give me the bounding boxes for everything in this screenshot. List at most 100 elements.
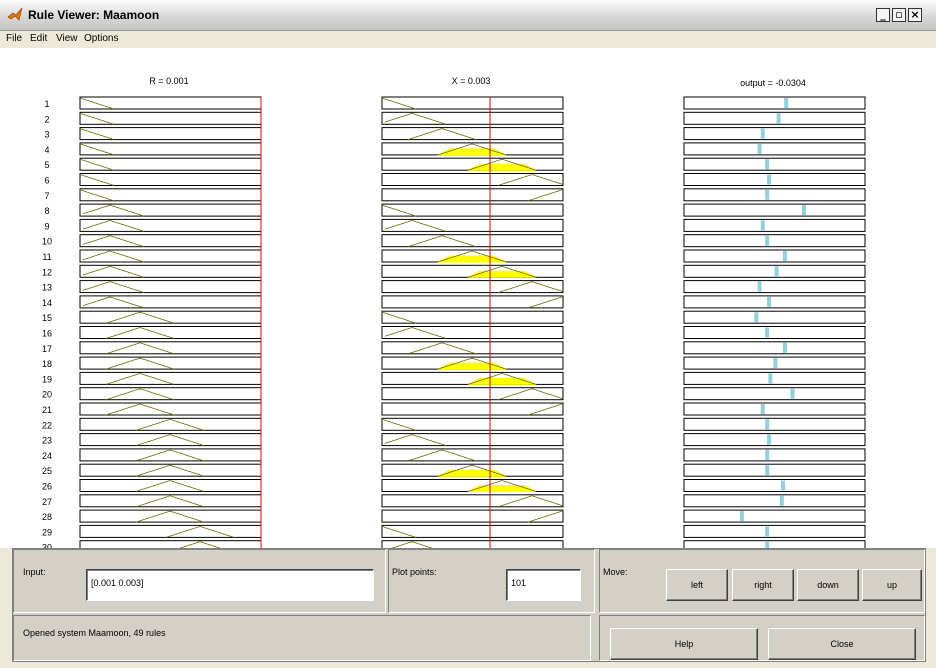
rule-r-axes[interactable] [79, 494, 262, 508]
rule-output-axes[interactable] [683, 218, 866, 232]
rule-output-axes[interactable] [683, 142, 866, 156]
rule-output-axes[interactable] [683, 326, 866, 339]
rule-r-axes[interactable] [79, 387, 262, 401]
rule-output-axes[interactable] [683, 479, 866, 492]
input-x-label: X = 0.003 [452, 76, 491, 86]
rule-output-axes[interactable] [683, 264, 866, 278]
close-button[interactable]: Close [768, 628, 916, 660]
rule-output-axes[interactable] [683, 310, 866, 324]
rule-r-axes[interactable] [79, 479, 262, 492]
menu-bar: File Edit View Options [0, 31, 936, 48]
rule-r-axes[interactable] [79, 356, 262, 370]
rule-r-axes[interactable] [79, 540, 262, 548]
input-group: Input: [0.001 0.003] [13, 549, 386, 613]
rule-output-bar [782, 251, 787, 261]
rule-output-axes[interactable] [683, 280, 866, 294]
input-r-label: R = 0.001 [149, 76, 188, 86]
help-button[interactable]: Help [610, 628, 758, 660]
rule-output-bar [760, 404, 765, 414]
rule-number: 8 [44, 206, 49, 216]
rule-output-axes[interactable] [683, 402, 866, 416]
rule-r-axes[interactable] [79, 402, 262, 416]
rule-output-bar [801, 205, 806, 216]
rule-x-axes[interactable] [381, 234, 564, 248]
title-bar: Rule Viewer: Maamoon _ ▫ × [0, 0, 936, 31]
rule-output-axes[interactable] [683, 387, 866, 401]
rule-output-axes[interactable] [683, 96, 866, 110]
rule-r-axes[interactable] [79, 433, 262, 447]
rule-x-axes[interactable] [381, 494, 564, 508]
minimize-icon[interactable]: _ [876, 8, 890, 22]
rule-output-bar [768, 373, 773, 384]
rule-output-bar [760, 128, 765, 139]
rule-output-axes[interactable] [683, 463, 866, 477]
input-field[interactable]: [0.001 0.003] [86, 569, 374, 601]
rule-output-axes[interactable] [683, 371, 866, 385]
move-left-button[interactable]: left [666, 569, 728, 601]
move-down-button[interactable]: down [797, 569, 859, 601]
rule-output-axes[interactable] [683, 111, 866, 125]
rule-number: 12 [42, 267, 52, 277]
rule-x-axes[interactable] [381, 188, 564, 202]
rule-number: 14 [42, 298, 52, 308]
rule-output-bar [757, 281, 762, 292]
menu-view[interactable]: View [56, 33, 78, 44]
rule-output-bar [767, 434, 772, 445]
rule-x-axes[interactable] [381, 402, 564, 416]
rule-r-axes[interactable] [79, 326, 262, 339]
rule-output-axes[interactable] [683, 127, 866, 141]
rule-output-axes[interactable] [683, 448, 866, 462]
rule-r-axes[interactable] [79, 463, 262, 477]
rule-output-axes[interactable] [683, 341, 866, 355]
rule-output-axes[interactable] [683, 509, 866, 523]
rule-r-axes[interactable] [79, 310, 262, 324]
rule-output-bar [782, 342, 787, 353]
rule-r-axes[interactable] [79, 371, 262, 385]
rule-output-axes[interactable] [683, 540, 866, 548]
rule-output-axes[interactable] [683, 417, 866, 431]
restore-icon[interactable]: ▫ [892, 8, 906, 22]
rule-x-axes[interactable] [381, 509, 564, 523]
rule-output-axes[interactable] [683, 173, 866, 186]
rule-output-axes[interactable] [683, 249, 866, 263]
rule-x-axes[interactable] [381, 540, 564, 548]
rule-output-bar [765, 327, 770, 338]
rule-number: 28 [42, 512, 52, 522]
rule-output-axes[interactable] [683, 157, 866, 171]
rule-output-bar [765, 189, 770, 200]
rule-output-bar [760, 220, 765, 231]
rule-number: 22 [42, 420, 52, 430]
rule-output-axes[interactable] [683, 494, 866, 508]
move-right-button[interactable]: right [732, 569, 794, 601]
rule-x-axes[interactable] [381, 280, 564, 294]
rule-output-bar [776, 113, 781, 124]
plot-points-field[interactable]: 101 [506, 569, 581, 601]
rule-number: 20 [42, 390, 52, 400]
rule-r-axes[interactable] [79, 509, 262, 523]
rule-output-axes[interactable] [683, 234, 866, 248]
rule-output-axes[interactable] [683, 295, 866, 309]
rule-output-bar [765, 159, 770, 170]
menu-file[interactable]: File [6, 33, 22, 44]
rule-r-axes[interactable] [79, 417, 262, 431]
rule-x-axes[interactable] [381, 127, 564, 141]
rule-output-axes[interactable] [683, 433, 866, 447]
rule-r-axes[interactable] [79, 341, 262, 355]
menu-edit[interactable]: Edit [30, 33, 47, 44]
rule-output-axes[interactable] [683, 188, 866, 202]
rule-r-axes[interactable] [79, 448, 262, 462]
input-label: Input: [23, 567, 46, 577]
rule-number: 7 [44, 191, 49, 201]
rule-output-axes[interactable] [683, 524, 866, 538]
rule-x-axes[interactable] [381, 387, 564, 401]
rule-x-axes[interactable] [381, 173, 564, 186]
move-up-button[interactable]: up [862, 569, 922, 601]
control-panel: Input: [0.001 0.003] Plot points: 101 Mo… [12, 548, 926, 662]
menu-options[interactable]: Options [84, 33, 118, 44]
close-icon[interactable]: × [908, 8, 922, 22]
rule-x-axes[interactable] [381, 341, 564, 355]
rule-output-axes[interactable] [683, 203, 866, 217]
rule-x-axes[interactable] [381, 448, 564, 462]
rule-x-axes[interactable] [381, 295, 564, 309]
rule-number: 10 [42, 237, 52, 247]
